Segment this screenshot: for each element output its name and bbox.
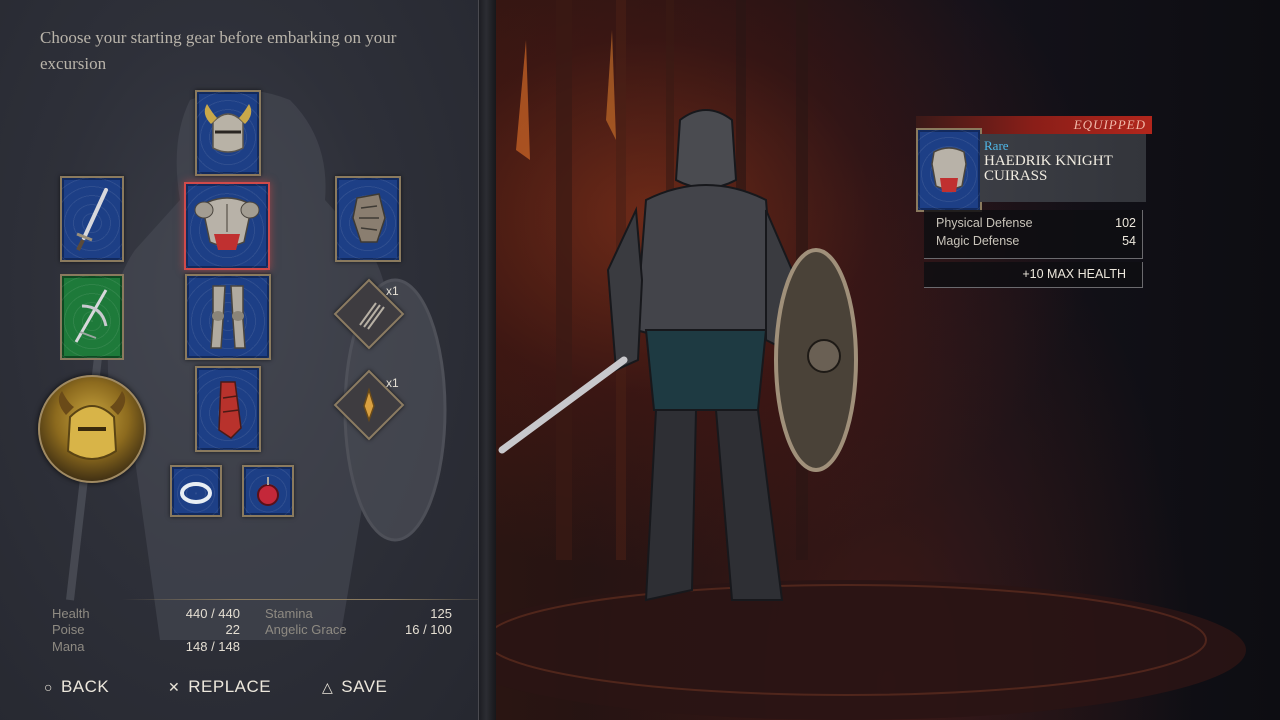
magic-defense-value: 54: [1122, 234, 1136, 248]
physical-defense-value: 102: [1115, 216, 1136, 230]
arms-slot[interactable]: [195, 366, 261, 452]
tooltip-name-box: Rare HAEDRIK KNIGHT CUIRASS: [980, 134, 1146, 202]
save-button[interactable]: △ SAVE: [322, 677, 387, 697]
rarity-label: Rare: [984, 138, 1009, 153]
cuirass-icon: [931, 147, 967, 192]
tooltip-bonus: +10 MAX HEALTH: [924, 262, 1143, 288]
ring-icon: [180, 482, 212, 504]
replace-label: REPLACE: [188, 677, 272, 696]
item-tooltip: EQUIPPED Rare HAEDRIK KNIGHT CUIRASS Phy…: [916, 116, 1156, 291]
magic-defense-label: Magic Defense: [936, 234, 1020, 248]
bracer-icon: [218, 381, 242, 439]
crossbow-icon: [74, 289, 108, 343]
replace-button[interactable]: ✕ REPLACE: [168, 677, 271, 697]
stamina-value: 125: [430, 606, 452, 621]
poise-value: 22: [225, 622, 240, 637]
equipped-label: EQUIPPED: [1073, 117, 1146, 132]
angelic-grace-label: Angelic Grace: [265, 622, 347, 637]
intro-text: Choose your starting gear before embarki…: [40, 28, 397, 73]
poise-label: Poise: [52, 622, 85, 637]
stamina-label: Stamina: [265, 606, 313, 621]
consumable-qty-2: x1: [386, 376, 399, 390]
character-medallion[interactable]: [38, 375, 146, 483]
horned-helmet-icon: [204, 104, 252, 153]
cross-button-icon: ✕: [168, 678, 181, 695]
health-label: Health: [52, 606, 90, 621]
circle-button-icon: ○: [44, 679, 53, 695]
cuirass-icon: [194, 197, 260, 250]
gear-selection-panel: Choose your starting gear before embarki…: [0, 0, 478, 720]
item-name: HAEDRIK KNIGHT CUIRASS: [984, 153, 1113, 184]
amulet-slot[interactable]: [242, 465, 294, 517]
ring-slot[interactable]: [170, 465, 222, 517]
red-gem-icon: [257, 477, 279, 506]
knight-character-model: [496, 0, 1246, 720]
back-button[interactable]: ○ BACK: [44, 677, 109, 697]
mana-value: 148 / 148: [185, 639, 240, 654]
back-label: BACK: [60, 677, 110, 696]
physical-defense-label: Physical Defense: [936, 216, 1033, 230]
gauntlet-icon: [352, 193, 386, 243]
triangle-button-icon: △: [322, 678, 334, 695]
legs-slot[interactable]: [185, 274, 271, 360]
angelic-grace-value: 16 / 100: [405, 622, 452, 637]
gauntlet-slot[interactable]: [335, 176, 401, 262]
chest-slot[interactable]: [184, 182, 270, 270]
panel-divider: [478, 0, 497, 720]
golden-helm-medallion-icon: [58, 391, 126, 460]
tooltip-item-icon-frame: [916, 128, 982, 212]
offhand-slot[interactable]: [60, 274, 124, 360]
tooltip-stats: Physical Defense 102 Magic Defense 54: [924, 210, 1143, 259]
save-label: SAVE: [341, 677, 388, 696]
bonus-text: +10 MAX HEALTH: [1022, 267, 1126, 281]
health-value: 440 / 440: [185, 606, 240, 621]
mana-label: Mana: [52, 639, 85, 654]
character-preview-scene: [496, 0, 1280, 720]
consumable-qty-1: x1: [386, 284, 399, 298]
sword-icon: [76, 188, 108, 251]
helmet-slot[interactable]: [195, 90, 261, 176]
greaves-icon: [210, 285, 246, 349]
weapon-slot[interactable]: [60, 176, 124, 262]
